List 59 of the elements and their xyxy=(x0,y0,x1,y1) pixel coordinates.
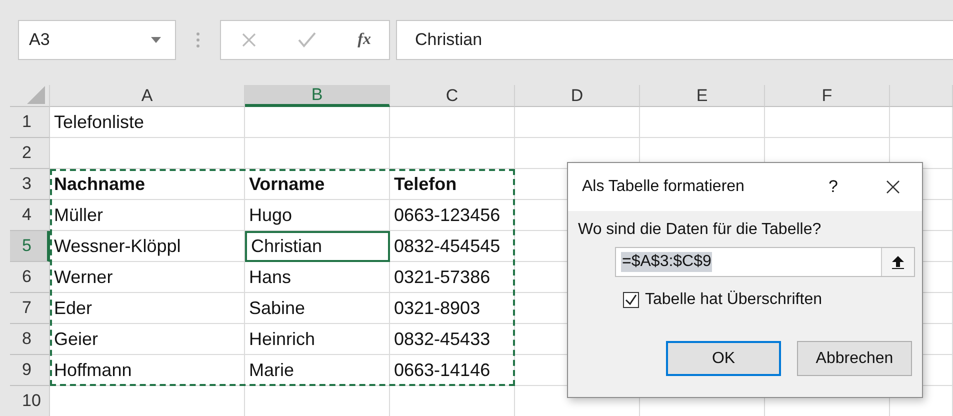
dropdown-caret-icon xyxy=(151,37,161,43)
row-header[interactable]: 1 xyxy=(10,107,50,138)
select-all-icon[interactable] xyxy=(27,86,45,104)
column-header[interactable]: E xyxy=(640,85,765,107)
column-header[interactable]: F xyxy=(765,85,890,107)
row-header[interactable]: 2 xyxy=(10,138,50,169)
table-cell: 0321-57386 xyxy=(390,262,515,293)
dialog-button[interactable]: OK xyxy=(666,341,781,376)
name-box[interactable]: A3 xyxy=(18,20,176,60)
table-cell: 0321-8903 xyxy=(390,293,515,324)
table-cell: Telefonliste xyxy=(50,107,245,138)
table-cell: Vorname xyxy=(245,169,390,200)
table-cell: Müller xyxy=(50,200,245,231)
column-header[interactable]: B xyxy=(245,85,390,107)
dialog-button[interactable]: Abbrechen xyxy=(797,341,912,376)
table-cell: 0832-45433 xyxy=(390,324,515,355)
table-cell: Heinrich xyxy=(245,324,390,355)
table-cell: Geier xyxy=(50,324,245,355)
table-cell: Werner xyxy=(50,262,245,293)
table-cell: Hoffmann xyxy=(50,355,245,386)
up-arrow-icon xyxy=(892,256,904,268)
table-cell: Marie xyxy=(245,355,390,386)
table-cell: 0663-14146 xyxy=(390,355,515,386)
table-cell: Nachname xyxy=(50,169,245,200)
column-header[interactable]: D xyxy=(515,85,640,107)
column-header[interactable]: A xyxy=(50,85,245,107)
row-header[interactable]: 4 xyxy=(10,200,50,231)
table-cell: Sabine xyxy=(245,293,390,324)
table-cell: Eder xyxy=(50,293,245,324)
row-header[interactable]: 7 xyxy=(10,293,50,324)
row-header[interactable]: 6 xyxy=(10,262,50,293)
headers-checkbox[interactable]: Tabelle hat Überschriften xyxy=(623,291,912,309)
row-header[interactable]: 3 xyxy=(10,169,50,200)
row-header[interactable]: 9 xyxy=(10,355,50,386)
row-header[interactable]: 10 xyxy=(10,386,50,416)
table-cell: 0663-123456 xyxy=(390,200,515,231)
grip-icon xyxy=(196,31,200,49)
checkbox[interactable] xyxy=(623,292,639,308)
collapse-dialog-button[interactable] xyxy=(881,248,914,276)
help-button[interactable]: ? xyxy=(828,177,838,197)
checkmark-icon[interactable] xyxy=(298,32,316,48)
dialog-title: Als Tabelle formatieren xyxy=(582,178,746,196)
column-header[interactable] xyxy=(890,85,953,107)
close-icon[interactable] xyxy=(886,180,900,194)
table-cell: Wessner-Klöppl xyxy=(50,231,245,262)
empty-cell xyxy=(890,107,953,138)
formula-field[interactable]: Christian xyxy=(396,20,953,60)
range-prompt: Wo sind die Daten für die Tabelle? xyxy=(578,221,822,239)
row-header[interactable]: 8 xyxy=(10,324,50,355)
row-header[interactable]: 5 xyxy=(10,231,50,262)
cancel-icon[interactable] xyxy=(241,32,257,48)
table-cell: Hugo xyxy=(245,200,390,231)
insert-function-button[interactable]: fx xyxy=(358,31,371,49)
table-cell: 0832-454545 xyxy=(390,231,515,262)
table-cell: Telefon xyxy=(390,169,515,200)
range-field[interactable]: =$A$3:$C$9 xyxy=(615,247,915,277)
table-cell: Hans xyxy=(245,262,390,293)
column-header[interactable]: C xyxy=(390,85,515,107)
table-cell: Christian xyxy=(245,231,390,262)
